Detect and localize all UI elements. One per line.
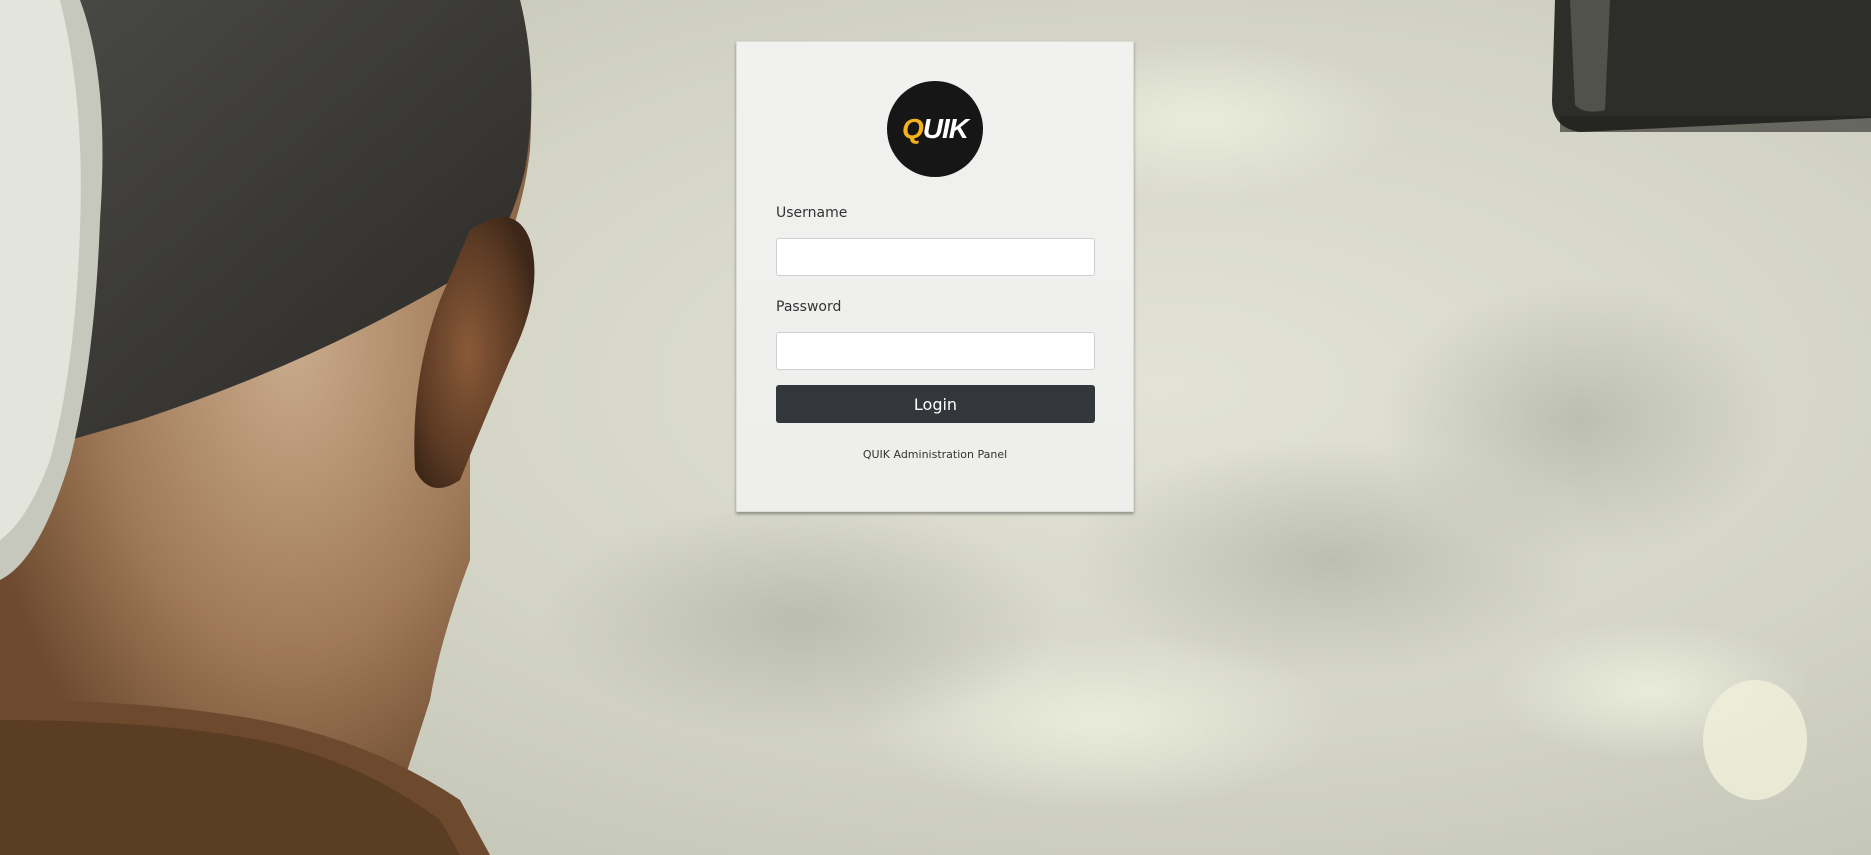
password-label: Password [776,299,842,315]
footer-text: QUIK Administration Panel [862,448,1008,461]
login-button[interactable]: Login [776,385,1095,423]
password-input[interactable] [776,332,1095,370]
logo-text: QUIK [901,113,969,144]
username-label: Username [776,205,848,221]
login-card: QUIK Username Password Login QUIK Admini… [736,41,1134,512]
quik-logo: QUIK [887,81,983,177]
username-input[interactable] [776,238,1095,276]
